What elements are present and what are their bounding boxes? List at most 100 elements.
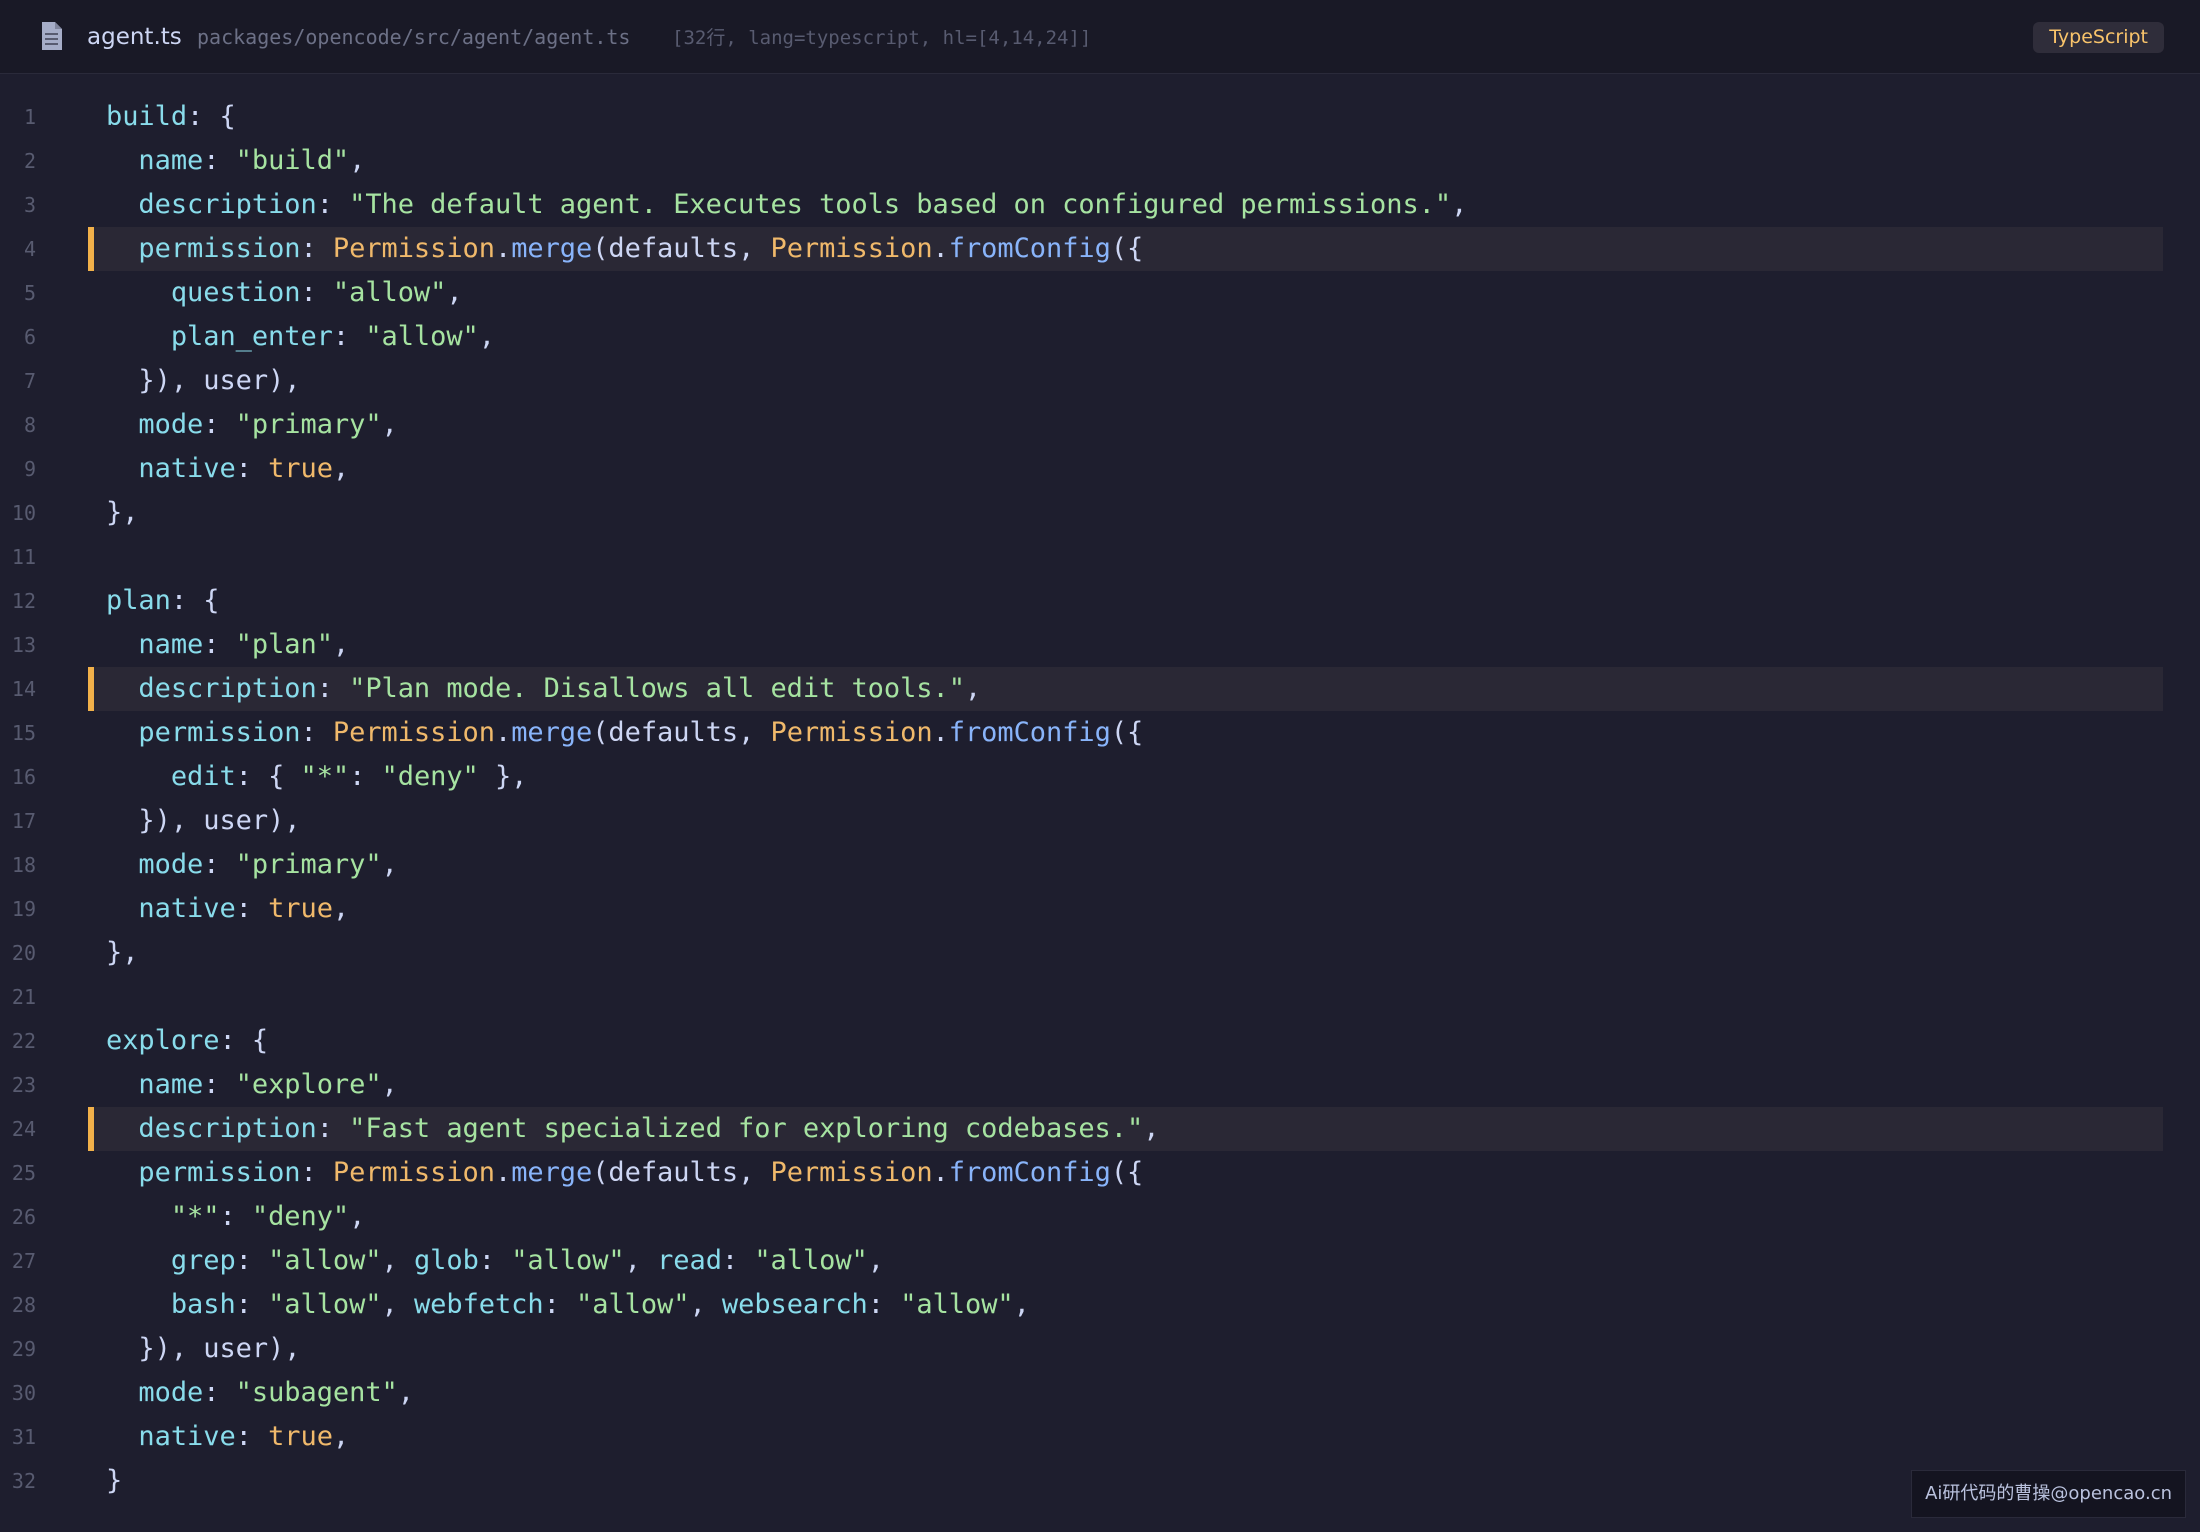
- code-line: 19 native: true,: [0, 887, 2200, 931]
- code-token: ({: [1110, 1157, 1144, 1188]
- code-token: "allow": [332, 277, 447, 308]
- code-token: "Plan mode. Disallows all edit tools.": [349, 673, 965, 704]
- code-token: edit: [170, 761, 236, 792]
- code-token: .: [494, 233, 512, 264]
- code-token: }), user),: [106, 1333, 301, 1364]
- code-token: plan_enter: [170, 321, 333, 352]
- code-token: :: [316, 673, 350, 704]
- line-number: 17: [11, 809, 36, 833]
- code-token: native: [138, 1421, 236, 1452]
- code-token: ,: [381, 1245, 414, 1276]
- code-token: ,: [332, 1421, 350, 1452]
- code-token: Permission: [332, 717, 495, 748]
- code-text: }), user),: [106, 1327, 300, 1371]
- code-token: ,: [478, 321, 495, 352]
- code-token: },: [106, 937, 139, 968]
- code-text: description: "The default agent. Execute…: [106, 183, 1467, 227]
- code-text: name: "build",: [106, 139, 365, 183]
- code-token: :: [203, 409, 236, 440]
- code-token: :: [235, 1289, 269, 1320]
- code-token: merge: [511, 233, 593, 264]
- line-number: 1: [23, 105, 36, 129]
- code-token: .: [494, 717, 512, 748]
- code-token: ({: [1110, 233, 1144, 264]
- code-token: "*": [300, 761, 350, 792]
- line-number: 10: [11, 501, 36, 525]
- code-token: merge: [511, 1157, 593, 1188]
- code-token: : {: [187, 101, 236, 132]
- code-line: 15 permission: Permission.merge(defaults…: [0, 711, 2200, 755]
- line-number: 12: [11, 589, 36, 613]
- line-number: 8: [23, 413, 36, 437]
- line-number: 26: [11, 1205, 36, 1229]
- code-token: :: [203, 1069, 236, 1100]
- file-name[interactable]: agent.ts: [87, 22, 182, 52]
- code-text: },: [106, 491, 138, 535]
- line-number: 22: [11, 1029, 36, 1053]
- code-text: "*": "deny",: [106, 1195, 366, 1239]
- code-token: :: [235, 1421, 269, 1452]
- code-token: :: [203, 1377, 236, 1408]
- code-token: description: [138, 1113, 317, 1144]
- code-token: }), user),: [106, 365, 301, 396]
- code-token: "allow": [900, 1289, 1014, 1320]
- code-line: 29 }), user),: [0, 1327, 2200, 1371]
- line-number: 7: [23, 369, 36, 393]
- language-badge[interactable]: TypeScript: [2033, 22, 2164, 53]
- code-token: : {: [235, 761, 301, 792]
- line-number: 6: [23, 325, 36, 349]
- code-token: :: [316, 189, 350, 220]
- code-line: 26 "*": "deny",: [0, 1195, 2200, 1239]
- code-token: "deny": [381, 761, 479, 792]
- code-text: }), user),: [106, 799, 300, 843]
- code-token: name: [138, 629, 204, 660]
- code-line: 11: [0, 535, 2200, 579]
- code-token: .: [932, 717, 949, 748]
- code-token: :: [203, 145, 236, 176]
- code-token: :: [203, 629, 236, 660]
- code-line: 28 bash: "allow", webfetch: "allow", web…: [0, 1283, 2200, 1327]
- code-line: 23 name: "explore",: [0, 1063, 2200, 1107]
- line-number: 14: [11, 677, 36, 701]
- line-number: 2: [23, 149, 36, 173]
- code-line: 22 explore: {: [0, 1019, 2200, 1063]
- code-text: name: "explore",: [106, 1063, 397, 1107]
- code-token: :: [478, 1245, 512, 1276]
- code-token: merge: [511, 717, 593, 748]
- code-token: "subagent": [235, 1377, 398, 1408]
- code-token: description: [138, 673, 317, 704]
- file-meta: [32行, lang=typescript, hl=[4,14,24]]: [672, 27, 1092, 49]
- line-number: 13: [11, 633, 36, 657]
- code-token: }), user),: [106, 805, 301, 836]
- code-token: "deny": [251, 1201, 350, 1232]
- code-token: ,: [397, 1377, 414, 1408]
- code-token: :: [235, 893, 269, 924]
- line-number: 32: [11, 1469, 36, 1493]
- code-token: Permission: [332, 233, 495, 264]
- code-text: name: "plan",: [106, 623, 349, 667]
- code-text: question: "allow",: [106, 271, 463, 315]
- code-text: plan_enter: "allow",: [106, 315, 495, 359]
- code-view[interactable]: 1 build: {2 name: "build", 3 description: …: [0, 95, 2200, 1503]
- code-token: ,: [1013, 1289, 1030, 1320]
- code-token: fromConfig: [948, 1157, 1111, 1188]
- code-token: Permission: [770, 1157, 933, 1188]
- code-text: },: [106, 931, 138, 975]
- code-token: .: [932, 1157, 949, 1188]
- code-line: 8 mode: "primary",: [0, 403, 2200, 447]
- code-text: mode: "subagent",: [106, 1371, 414, 1415]
- code-token: ,: [624, 1245, 658, 1276]
- code-line: 7 }), user),: [0, 359, 2200, 403]
- code-token: "plan": [235, 629, 333, 660]
- line-number: 23: [11, 1073, 36, 1097]
- code-line: 27 grep: "allow", glob: "allow", read: "…: [0, 1239, 2200, 1283]
- code-token: ,: [867, 1245, 884, 1276]
- code-text: grep: "allow", glob: "allow", read: "all…: [106, 1239, 884, 1283]
- code-token: ,: [1143, 1113, 1160, 1144]
- code-text: native: true,: [106, 1415, 349, 1459]
